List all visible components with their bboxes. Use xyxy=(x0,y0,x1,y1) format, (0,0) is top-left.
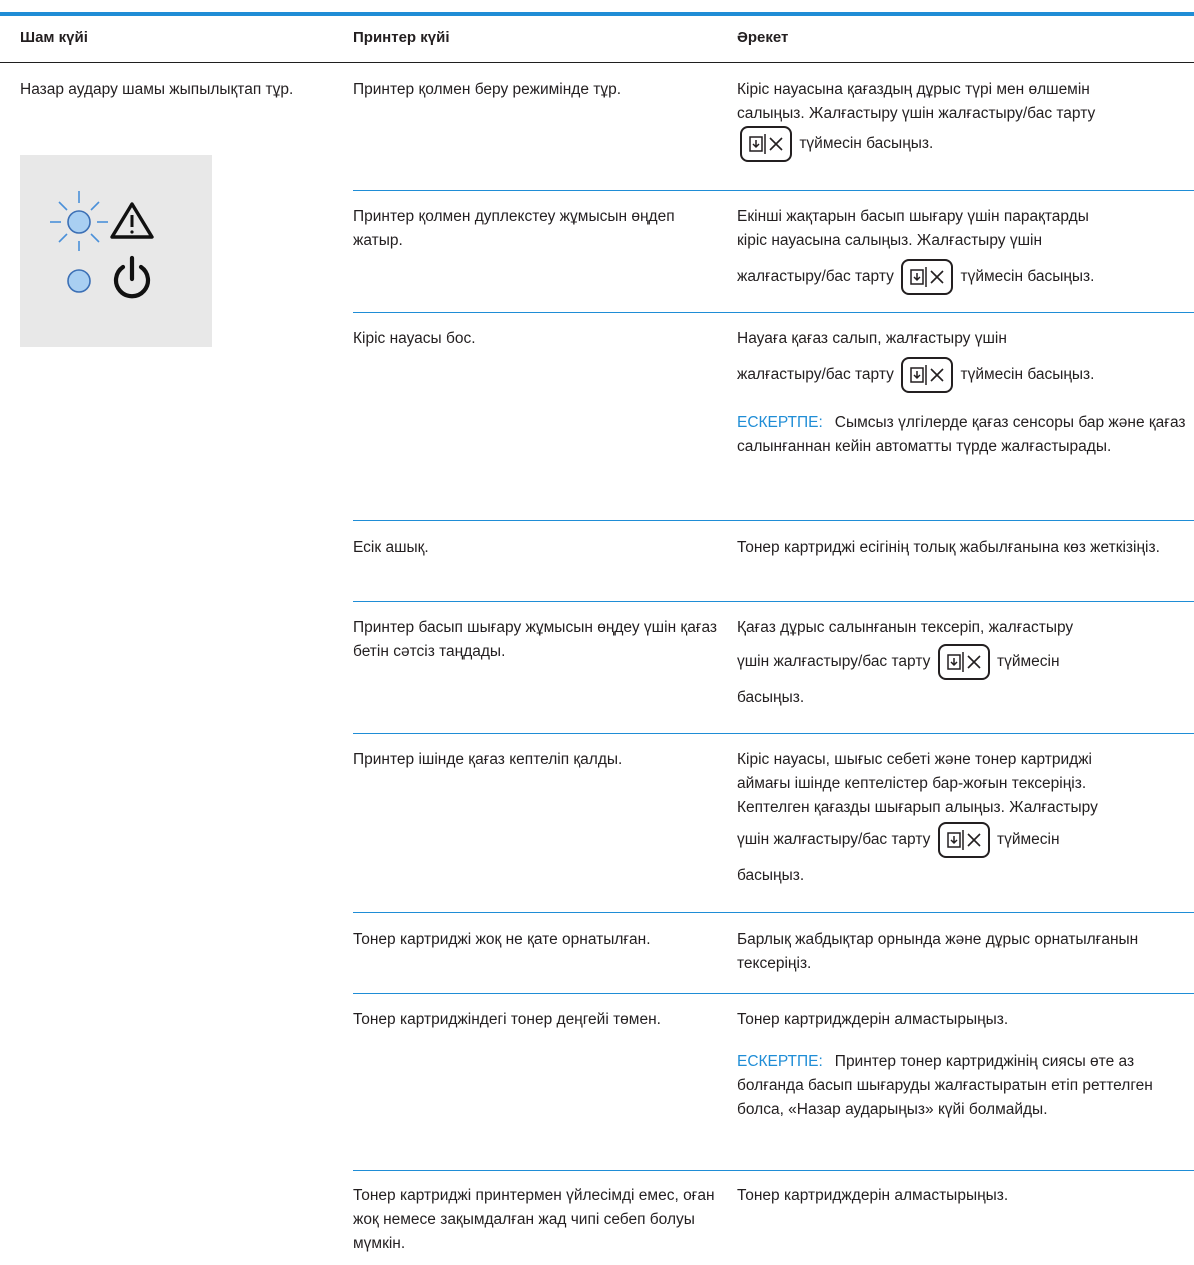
action-cell: Науаға қағаз салып, жалғастыру үшін жалғ… xyxy=(737,327,1187,459)
power-light-icon xyxy=(67,269,91,293)
troubleshooting-table: Шам күйі Принтер күйі Әрекет Назар аудар… xyxy=(0,0,1194,1265)
note: ЕСКЕРТПЕ: Сымсыз үлгілерде қағаз сенсоры … xyxy=(737,411,1187,459)
header-printer-state: Принтер күйі xyxy=(353,29,450,46)
action-text: түймесін басыңыз. xyxy=(960,268,1095,286)
action-line: түймесін басыңыз. xyxy=(737,126,1187,162)
light-state-description: Назар аудару шамы жыпылықтап тұр. xyxy=(20,81,294,98)
printer-state-cell: Есік ашық. xyxy=(353,539,429,556)
table-row: Есік ашық. Тонер картриджі есігінің толы… xyxy=(353,536,1194,602)
table-row: Принтер қолмен беру режимінде тұр. Кіріс… xyxy=(353,78,1194,191)
action-text: Кіріс науасына қағаздың дұрыс түрі мен ө… xyxy=(737,81,1090,98)
action-text: басыңыз. xyxy=(737,867,805,884)
control-panel-illustration xyxy=(20,155,212,347)
action-text: Екінші жақтарын басып шығару үшін парақт… xyxy=(737,208,1089,225)
action-line: үшін жалғастыру/бас тарту түймесін xyxy=(737,644,1187,680)
continue-cancel-button-icon xyxy=(937,822,990,858)
printer-state-cell: Тонер картриджі жоқ не қате орнатылған. xyxy=(353,931,651,948)
action-text: үшін жалғастыру/бас тарту xyxy=(737,653,931,671)
printer-state-cell: Принтер басып шығару жұмысын өңдеу үшін … xyxy=(353,619,718,660)
action-text: салыңыз. Жалғастыру үшін жалғастыру/бас … xyxy=(737,105,1096,122)
power-symbol-icon xyxy=(113,255,151,299)
continue-cancel-button-icon xyxy=(901,357,954,393)
printer-state-cell: Кіріс науасы бос. xyxy=(353,330,476,347)
action-cell: Тонер картриджі есігінің толық жабылғаны… xyxy=(737,539,1160,556)
printer-state-cell: Принтер ішінде қағаз кептеліп қалды. xyxy=(353,751,623,768)
table-row: Принтер қолмен дуплекстеу жұмысын өңдеп … xyxy=(353,205,1194,313)
action-cell: Қағаз дұрыс салынғанын тексеріп, жалғаст… xyxy=(737,616,1187,710)
table-row: Принтер ішінде қағаз кептеліп қалды. Кір… xyxy=(353,748,1194,913)
printer-state-cell: Тонер картриджіндегі тонер деңгейі төмен… xyxy=(353,1011,661,1028)
action-text: түймесін басыңыз. xyxy=(799,135,934,153)
action-cell: Екінші жақтарын басып шығару үшін парақт… xyxy=(737,205,1187,295)
table-row: Кіріс науасы бос. Науаға қағаз салып, жа… xyxy=(353,327,1194,521)
continue-cancel-button-icon xyxy=(937,644,990,680)
continue-cancel-button-icon xyxy=(740,126,792,162)
action-text: Кіріс науасы, шығыс себеті және тонер ка… xyxy=(737,751,1092,768)
header-light-state: Шам күйі xyxy=(20,29,88,46)
continue-cancel-button-icon xyxy=(901,259,954,295)
table-row: Принтер басып шығару жұмысын өңдеу үшін … xyxy=(353,616,1194,734)
action-line: жалғастыру/бас тарту түймесін басыңыз. xyxy=(737,357,1187,393)
table-row: Тонер картриджіндегі тонер деңгейі төмен… xyxy=(353,1008,1194,1171)
action-line: үшін жалғастыру/бас тарту түймесін xyxy=(737,822,1187,858)
note-label: ЕСКЕРТПЕ: xyxy=(737,414,823,431)
action-text: түймесін xyxy=(996,653,1060,671)
action-text: Тонер картридждерін алмастырыңыз. xyxy=(737,1011,1009,1028)
action-cell: Кіріс науасына қағаздың дұрыс түрі мен ө… xyxy=(737,78,1187,162)
warning-triangle-icon xyxy=(110,202,154,239)
action-text: жалғастыру/бас тарту xyxy=(737,268,894,286)
action-text: түймесін басыңыз. xyxy=(960,366,1095,384)
action-text: үшін жалғастыру/бас тарту xyxy=(737,831,931,849)
action-text: түймесін xyxy=(996,831,1060,849)
printer-state-cell: Принтер қолмен дуплекстеу жұмысын өңдеп … xyxy=(353,208,675,249)
action-text: жалғастыру/бас тарту xyxy=(737,366,894,384)
header-action: Әрекет xyxy=(737,29,789,46)
action-cell: Барлық жабдықтар орнында және дұрыс орна… xyxy=(737,931,1139,972)
action-text: басыңыз. xyxy=(737,689,805,706)
action-cell: Тонер картридждерін алмастырыңыз. xyxy=(737,1187,1009,1204)
note: ЕСКЕРТПЕ: Принтер тонер картриджінің сияс… xyxy=(737,1050,1187,1122)
table-row: Тонер картриджі жоқ не қате орнатылған. … xyxy=(353,928,1194,994)
action-text: Кептелген қағазды шығарып алыңыз. Жалғас… xyxy=(737,799,1098,816)
attention-light-blinking-icon xyxy=(50,191,108,251)
action-cell: Тонер картридждерін алмастырыңыз. ЕСКЕРТ… xyxy=(737,1008,1187,1122)
printer-state-cell: Тонер картриджі принтермен үйлесімді еме… xyxy=(353,1187,715,1252)
action-cell: Кіріс науасы, шығыс себеті және тонер ка… xyxy=(737,748,1187,888)
action-text: кіріс науасына салыңыз. Жалғастыру үшін xyxy=(737,232,1043,249)
action-text: аймағы ішінде кептелістер бар-жоғын текс… xyxy=(737,775,1087,792)
action-text: Қағаз дұрыс салынғанын тексеріп, жалғаст… xyxy=(737,619,1074,636)
action-text: Науаға қағаз салып, жалғастыру үшін xyxy=(737,330,1007,347)
table-row: Тонер картриджі принтермен үйлесімді еме… xyxy=(353,1184,1194,1262)
table-header: Шам күйі Принтер күйі Әрекет xyxy=(0,16,1194,63)
action-line: жалғастыру/бас тарту түймесін басыңыз. xyxy=(737,259,1187,295)
printer-state-cell: Принтер қолмен беру режимінде тұр. xyxy=(353,81,622,98)
note-label: ЕСКЕРТПЕ: xyxy=(737,1053,823,1070)
